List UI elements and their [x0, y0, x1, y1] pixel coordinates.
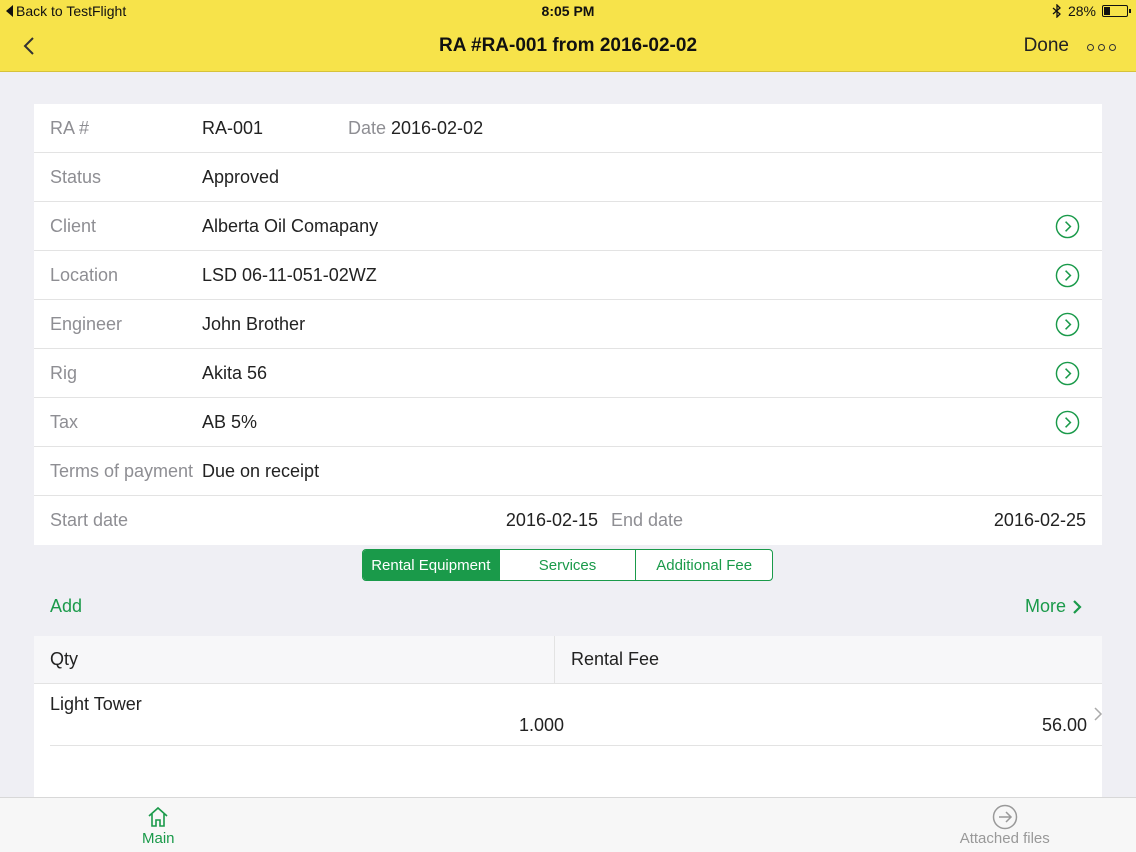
engineer-label: Engineer: [50, 313, 123, 334]
navigation-bar: RA #RA-001 from 2016-02-02 Done: [0, 22, 1136, 72]
page-title: RA #RA-001 from 2016-02-02: [438, 35, 698, 56]
end-date-label: End date: [611, 510, 684, 530]
tab-attached-files[interactable]: Attached files: [582, 798, 1136, 852]
tab-main[interactable]: Main: [0, 798, 582, 852]
terms-row[interactable]: Terms of payment Due on receipt: [34, 447, 1102, 496]
location-detail-arrow-icon[interactable]: [1055, 263, 1080, 288]
location-row[interactable]: Location LSD 06-11-051-02WZ: [34, 251, 1102, 300]
ra-number-row: RA # RA-001 Date 2016-02-02: [34, 104, 1102, 153]
row-rental-fee: 56.00: [1041, 715, 1087, 735]
tax-label: Tax: [50, 411, 79, 432]
terms-label: Terms of payment: [50, 460, 194, 481]
rig-row[interactable]: Rig Akita 56: [34, 349, 1102, 398]
client-value: Alberta Oil Comapany: [202, 215, 379, 236]
top-bar: Back to TestFlight 8:05 PM 28% RA #RA-00…: [0, 0, 1136, 72]
tax-value: AB 5%: [202, 411, 258, 432]
battery-icon: [1102, 5, 1131, 17]
date-label: Date: [348, 117, 387, 138]
table-row[interactable]: Light Tower 1.000 56.00: [50, 684, 1103, 746]
row-disclosure-icon: [1094, 707, 1103, 721]
status-time: 8:05 PM: [541, 3, 595, 19]
chevron-right-icon: [1073, 599, 1082, 614]
more-options-icon[interactable]: [1087, 44, 1116, 51]
more-button-label: More: [1024, 596, 1066, 616]
tab-attached-files-label: Attached files: [959, 830, 1050, 847]
client-detail-arrow-icon[interactable]: [1055, 214, 1080, 239]
row-qty: 1.000: [518, 715, 564, 735]
client-row[interactable]: Client Alberta Oil Comapany: [34, 202, 1102, 251]
start-date-label: Start date: [50, 510, 129, 530]
col-header-rental-fee: Rental Fee: [571, 649, 660, 669]
col-header-qty: Qty: [34, 636, 555, 683]
engineer-row[interactable]: Engineer John Brother: [34, 300, 1102, 349]
equipment-table: Qty Rental Fee Light Tower 1.000 56.00: [34, 636, 1103, 798]
engineer-value: John Brother: [202, 313, 306, 334]
segment-services[interactable]: Services: [500, 550, 637, 580]
attach-arrow-icon: [992, 804, 1017, 830]
location-label: Location: [50, 264, 119, 285]
tax-detail-arrow-icon[interactable]: [1055, 410, 1080, 435]
dates-row: Start date 2016-02-15 End date 2016-02-2…: [34, 496, 1102, 545]
bluetooth-icon: [1052, 4, 1061, 18]
home-icon: [148, 806, 168, 827]
end-date-value[interactable]: 2016-02-25: [994, 510, 1086, 531]
location-value: LSD 06-11-051-02WZ: [202, 264, 377, 285]
section-segmented-control: Rental Equipment Services Additional Fee: [362, 549, 773, 581]
status-row[interactable]: Status Approved: [34, 153, 1102, 202]
engineer-detail-arrow-icon[interactable]: [1055, 312, 1080, 337]
ra-number-value[interactable]: RA-001: [202, 118, 263, 139]
more-button[interactable]: More: [1025, 596, 1082, 617]
rig-label: Rig: [50, 362, 78, 383]
start-date-value[interactable]: 2016-02-15: [506, 510, 598, 531]
add-button[interactable]: Add: [50, 596, 82, 617]
status-right: 28%: [1052, 3, 1131, 19]
table-header: Qty Rental Fee: [34, 636, 1102, 684]
status-label: Status: [50, 166, 102, 187]
segment-rental-equipment[interactable]: Rental Equipment: [363, 550, 500, 580]
ra-number-label: RA #: [50, 117, 90, 138]
client-label: Client: [50, 215, 97, 236]
done-button[interactable]: Done: [1024, 35, 1069, 57]
status-bar: Back to TestFlight 8:05 PM 28%: [0, 0, 1136, 22]
terms-value: Due on receipt: [202, 460, 320, 481]
status-value: Approved: [202, 166, 280, 187]
battery-percent: 28%: [1067, 3, 1096, 19]
date-value[interactable]: 2016-02-02: [391, 118, 483, 139]
rig-detail-arrow-icon[interactable]: [1055, 361, 1080, 386]
tax-row[interactable]: Tax AB 5%: [34, 398, 1102, 447]
row-item-name: Light Tower: [50, 694, 142, 714]
rig-value: Akita 56: [202, 362, 268, 383]
ra-form: RA # RA-001 Date 2016-02-02 Status Appro…: [34, 104, 1102, 545]
battery-fill: [1104, 7, 1110, 15]
tab-main-label: Main: [141, 830, 175, 847]
tab-bar: Main Attached files: [0, 797, 1136, 852]
segment-additional-fee[interactable]: Additional Fee: [636, 550, 772, 580]
